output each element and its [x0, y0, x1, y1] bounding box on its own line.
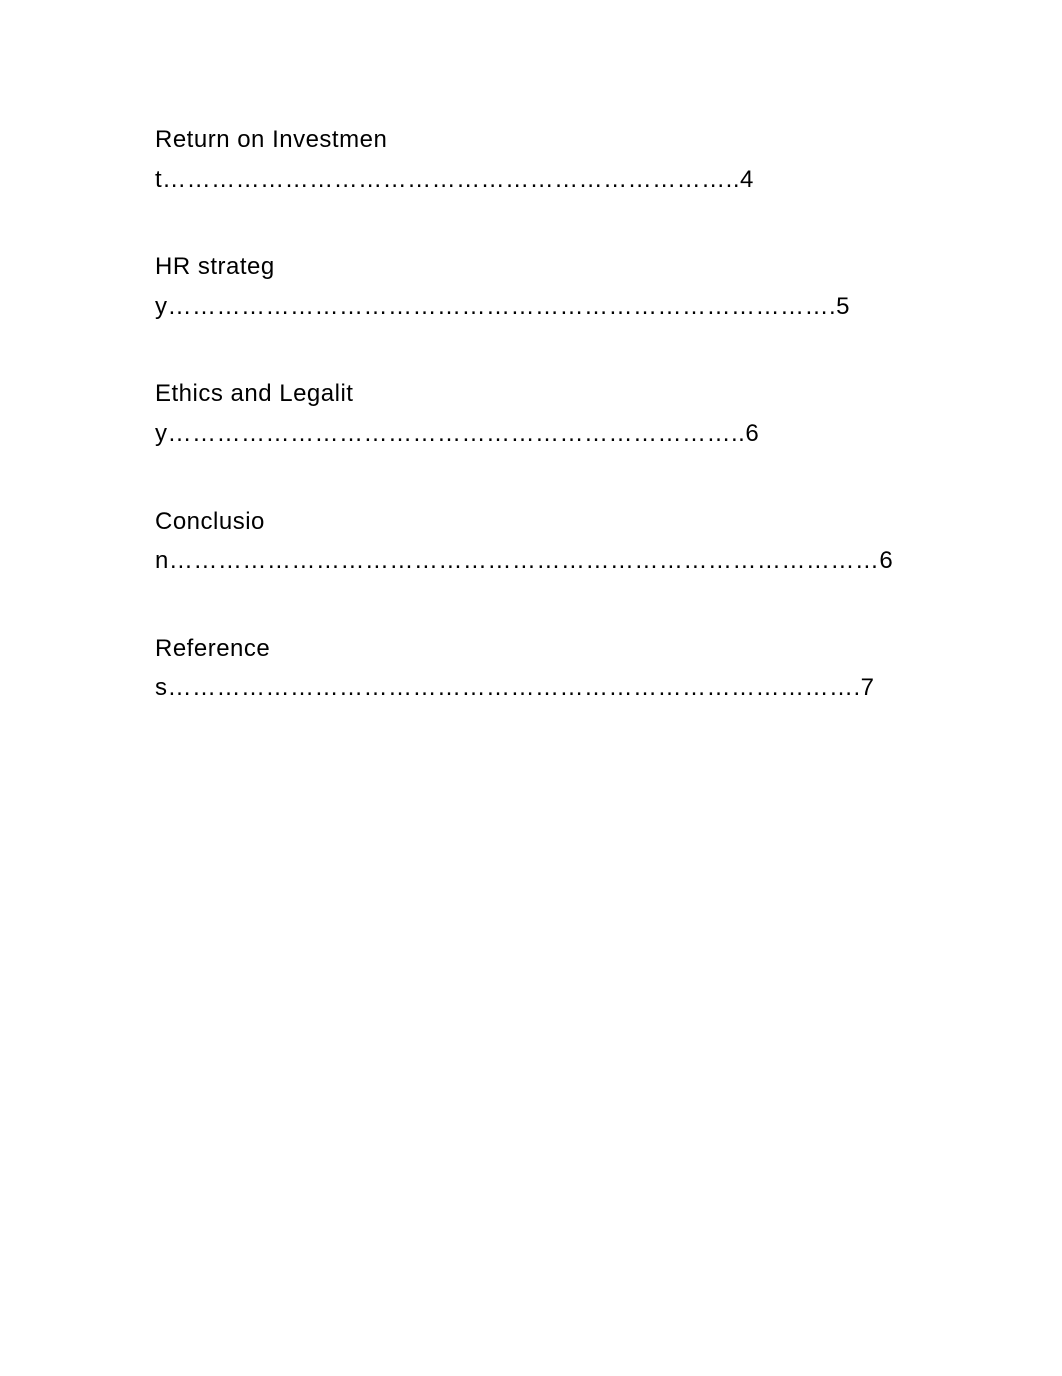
toc-entry: Ethics and Legality………………………………………………………… — [155, 374, 932, 453]
toc-entry: Return on Investment……………………………………………………… — [155, 120, 932, 199]
toc-entry-text: Ethics and Legality………………………………………………………… — [155, 380, 759, 447]
toc-entry-text: Return on Investment……………………………………………………… — [155, 126, 754, 193]
toc-entry-text: References………………………………………………………………………….7 — [155, 635, 875, 702]
toc-entry-text: Conclusion……………………………………………………………………………6 — [155, 508, 893, 575]
toc-entry: HR strategy……………………………………………………………………….5 — [155, 247, 932, 326]
toc-entry: References………………………………………………………………………….7 — [155, 629, 932, 708]
toc-entry-text: HR strategy……………………………………………………………………….5 — [155, 253, 850, 320]
toc-entry: Conclusion……………………………………………………………………………6 — [155, 502, 932, 581]
